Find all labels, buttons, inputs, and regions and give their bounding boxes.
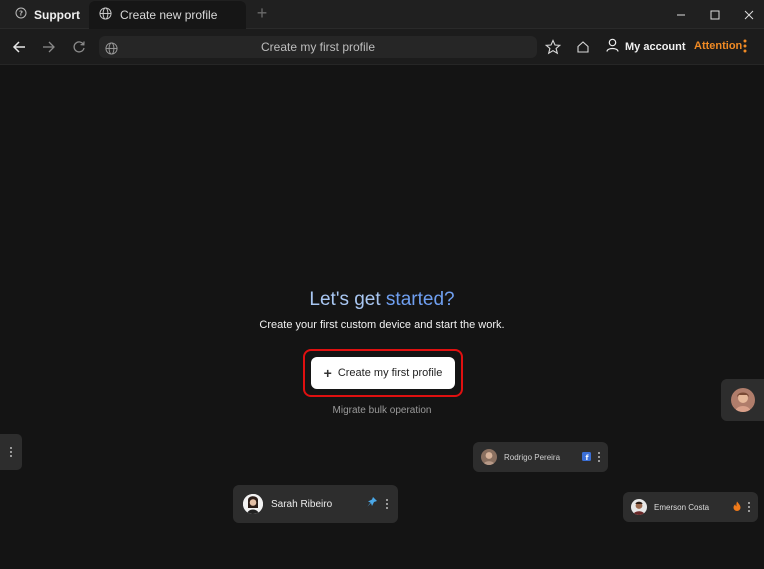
profile-name: Sarah Ribeiro: [271, 498, 333, 510]
reload-button[interactable]: [69, 37, 89, 57]
minimize-button[interactable]: [664, 0, 698, 29]
welcome-title-prefix: Let's get: [309, 289, 381, 310]
vertical-dots-icon[interactable]: [598, 452, 600, 462]
profile-name: Rodrigo Pereira: [504, 452, 561, 462]
profile-card-rodrigo[interactable]: Rodrigo Pereira f: [473, 442, 608, 472]
welcome-title-accent: started?: [385, 289, 455, 310]
left-side-handle[interactable]: [0, 434, 22, 470]
close-window-button[interactable]: [732, 0, 764, 29]
globe-icon: [105, 40, 118, 62]
tab-support-label: Support: [34, 7, 80, 22]
tab-support[interactable]: ? Support: [0, 0, 88, 29]
back-button[interactable]: [9, 37, 29, 57]
create-first-profile-label: Create my first profile: [337, 367, 443, 379]
vertical-dots-icon: [10, 447, 12, 457]
welcome-subtitle: Create your first custom device and star…: [259, 319, 505, 331]
my-account-button[interactable]: My account: [606, 38, 686, 55]
pin-icon: [366, 495, 378, 513]
svg-text:?: ?: [19, 10, 23, 18]
browser-toolbar: Create my first profile My account Atten…: [0, 29, 764, 65]
tab-active-label: Create new profile: [120, 8, 218, 22]
profile-card-emerson[interactable]: Emerson Costa: [623, 492, 758, 522]
create-first-profile-button[interactable]: + Create my first profile: [311, 357, 455, 389]
avatar: [631, 499, 647, 515]
address-text: Create my first profile: [260, 40, 376, 54]
title-bar: ? Support Create new profile +: [0, 0, 764, 29]
floating-avatar-card[interactable]: [721, 379, 764, 421]
maximize-button[interactable]: [698, 0, 732, 29]
user-icon: [606, 38, 619, 55]
avatar: [730, 388, 755, 412]
bookmark-star-button[interactable]: [543, 37, 563, 57]
home-button[interactable]: [573, 37, 593, 57]
plus-icon: +: [323, 365, 332, 381]
migrate-bulk-label[interactable]: Migrate bulk operation: [333, 405, 432, 416]
vertical-dots-icon[interactable]: [748, 502, 750, 512]
welcome-title: Let's get started?: [0, 289, 764, 311]
welcome-section: Let's get started? Create your first cus…: [0, 289, 764, 331]
profile-card-sarah[interactable]: Sarah Ribeiro: [233, 485, 398, 523]
help-circle-icon: ?: [15, 7, 27, 22]
more-options-icon[interactable]: [743, 39, 747, 58]
migrate-bulk-link[interactable]: Migrate bulk operation: [0, 405, 764, 416]
flame-icon: [733, 498, 741, 516]
facebook-icon: f: [582, 448, 591, 466]
my-account-label: My account: [625, 40, 686, 53]
globe-icon: [99, 7, 112, 23]
avatar: [243, 494, 263, 514]
tab-create-new-profile[interactable]: Create new profile: [89, 1, 246, 29]
new-tab-button[interactable]: +: [253, 4, 271, 22]
avatar: [481, 449, 497, 465]
vertical-dots-icon[interactable]: [386, 499, 388, 509]
forward-button[interactable]: [39, 37, 59, 57]
profile-name: Emerson Costa: [654, 502, 710, 512]
attention-link[interactable]: Attention: [694, 40, 742, 52]
address-bar[interactable]: Create my first profile: [99, 36, 537, 58]
